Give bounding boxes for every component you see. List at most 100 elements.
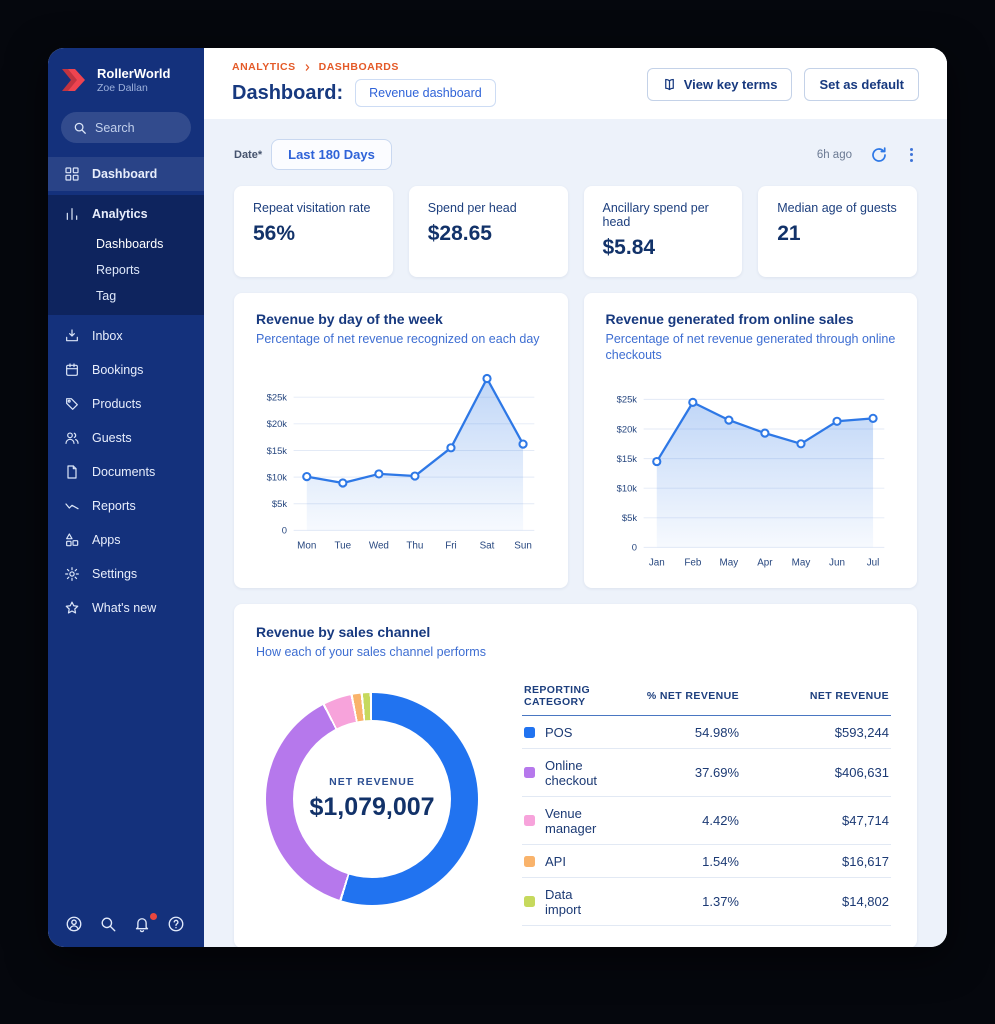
category-name: POS	[545, 724, 573, 740]
pct-net-revenue-cell: 1.37%	[702, 894, 739, 910]
chart-subtitle: How each of your sales channel performs	[256, 644, 486, 659]
kpi-card: Ancillary spend per head $5.84	[583, 186, 743, 277]
data-point	[374, 469, 384, 479]
category-cell: POS	[524, 725, 609, 740]
grid-icon	[65, 167, 79, 181]
data-point	[651, 456, 661, 466]
set-as-default-button[interactable]: Set as default	[804, 67, 919, 101]
sidebar-item-dashboard[interactable]: Dashboard	[48, 157, 204, 192]
app-window: RollerWorld Zoe Dallan Dashboard Analytic…	[48, 48, 947, 947]
category-cell: Data import	[524, 887, 609, 917]
brand: RollerWorld Zoe Dallan	[48, 48, 204, 100]
help-icon[interactable]	[167, 915, 187, 935]
sidebar-item-guests[interactable]: Guests	[48, 421, 204, 455]
data-point	[687, 397, 697, 407]
breadcrumb-dashboards[interactable]: DASHBOARDS	[319, 61, 399, 73]
date-range-dropdown[interactable]: Last 180 Days	[271, 139, 392, 170]
more-options-icon[interactable]	[906, 146, 917, 164]
x-tick-label: Sat	[480, 541, 495, 552]
sidebar-search[interactable]	[61, 112, 191, 144]
sidebar-item-bookings[interactable]: Bookings	[48, 353, 204, 387]
table-header-cell: REPORTING CATEGORY	[524, 684, 591, 709]
online-sales-card: Revenue generated from online sales Perc…	[583, 293, 917, 588]
brand-user: Zoe Dallan	[97, 81, 148, 94]
kpi-value: 21	[777, 222, 801, 245]
search-icon[interactable]	[99, 915, 119, 935]
y-tick-label: $15k	[616, 452, 637, 463]
sidebar-footer	[48, 913, 204, 935]
breadcrumb-analytics[interactable]: ANALYTICS	[232, 61, 296, 73]
refresh-icon[interactable]	[870, 146, 888, 164]
sidebar-item-inbox[interactable]: Inbox	[48, 319, 204, 353]
sales-channel-table: REPORTING CATEGORY % NET REVENUE NET REVEN…	[522, 672, 891, 927]
search-icon	[101, 917, 116, 932]
category-name: Online checkout	[545, 757, 598, 788]
data-point	[482, 374, 492, 384]
table-row: Data import 1.37% $14,802	[522, 878, 891, 927]
chart-subtitle: Percentage of net revenue recognized on …	[256, 332, 540, 346]
category-name: Data import	[545, 886, 582, 917]
table-header-cell: NET REVENUE	[809, 690, 889, 703]
x-tick-label: Fri	[445, 541, 457, 552]
sidebar-subitem-dashboards[interactable]: Dashboards	[48, 231, 204, 257]
category-swatch	[524, 815, 535, 827]
sidebar-item-analytics[interactable]: Analytics	[48, 197, 204, 231]
y-tick-label: $25k	[616, 393, 637, 404]
x-tick-label: Wed	[369, 541, 389, 552]
filter-toolbar: Date* Last 180 Days 6h ago	[234, 139, 917, 170]
profile-icon[interactable]	[65, 915, 85, 935]
sidebar-item-products[interactable]: Products	[48, 387, 204, 421]
pct-net-revenue-cell: 37.69%	[694, 765, 739, 781]
brand-name: RollerWorld	[97, 66, 171, 81]
sidebar-item-reports[interactable]: Reports	[48, 489, 204, 523]
category-cell: API	[524, 854, 609, 869]
pct-net-revenue-cell: 54.98%	[694, 724, 739, 740]
category-swatch	[524, 726, 535, 738]
book-icon	[664, 78, 674, 90]
sidebar-item-label: Bookings	[92, 362, 144, 377]
sidebar-item-settings[interactable]: Settings	[48, 557, 204, 591]
y-tick-label: $5k	[621, 512, 636, 523]
inbox-icon	[66, 329, 78, 342]
y-tick-label: $10k	[616, 482, 637, 493]
sidebar-item-whats-new[interactable]: What's new	[48, 591, 204, 625]
table-header-row: REPORTING CATEGORY % NET REVENUE NET REVEN…	[522, 676, 891, 717]
category-name: Venue manager	[545, 805, 597, 836]
y-tick-label: $5k	[272, 498, 287, 509]
help-icon	[168, 916, 184, 932]
notifications-icon[interactable]	[133, 913, 157, 935]
kpi-value: $28.65	[427, 222, 492, 245]
data-point	[867, 413, 878, 423]
star-icon	[65, 601, 79, 614]
chevron-right-icon	[303, 63, 312, 72]
table-row: API 1.54% $16,617	[522, 845, 891, 879]
search-input[interactable]	[95, 120, 179, 135]
tag-icon	[66, 398, 78, 411]
data-point	[338, 478, 348, 488]
sidebar-item-documents[interactable]: Documents	[48, 455, 204, 489]
kpi-label: Ancillary spend per head	[602, 201, 709, 229]
x-tick-label: Apr	[757, 557, 773, 568]
sales-channel-card: Revenue by sales channel How each of you…	[234, 603, 917, 947]
pct-net-revenue-cell: 1.54%	[702, 853, 739, 869]
kpi-label: Repeat visitation rate	[253, 201, 371, 215]
net-revenue-cell: $14,802	[842, 894, 889, 910]
breadcrumb: ANALYTICS DASHBOARDS	[232, 61, 496, 73]
table-row: POS 54.98% $593,244	[522, 716, 891, 750]
data-point	[723, 415, 733, 425]
sidebar-item-label: Documents	[92, 464, 156, 479]
kpi-row: Repeat visitation rate 56% Spend per head $…	[234, 186, 917, 277]
view-key-terms-button[interactable]: View key terms	[646, 67, 793, 101]
sidebar-item-apps[interactable]: Apps	[48, 523, 204, 557]
x-tick-label: Feb	[684, 557, 702, 568]
sidebar-nav: Dashboard Analytics Dashboards Reports Tag In…	[48, 157, 204, 625]
sidebar-subitem-tag[interactable]: Tag	[48, 283, 204, 309]
sidebar-subitem-reports-sub[interactable]: Reports	[48, 257, 204, 283]
chart-title: Revenue generated from online sales	[605, 311, 854, 327]
dashboard-selector-chip[interactable]: Revenue dashboard	[355, 79, 496, 107]
category-swatch	[524, 767, 535, 779]
data-point	[302, 472, 312, 482]
x-tick-label: Jun	[829, 557, 845, 568]
chart-subtitle: Percentage of net revenue generated thro…	[605, 332, 896, 363]
chart-title: Revenue by day of the week	[256, 311, 443, 327]
